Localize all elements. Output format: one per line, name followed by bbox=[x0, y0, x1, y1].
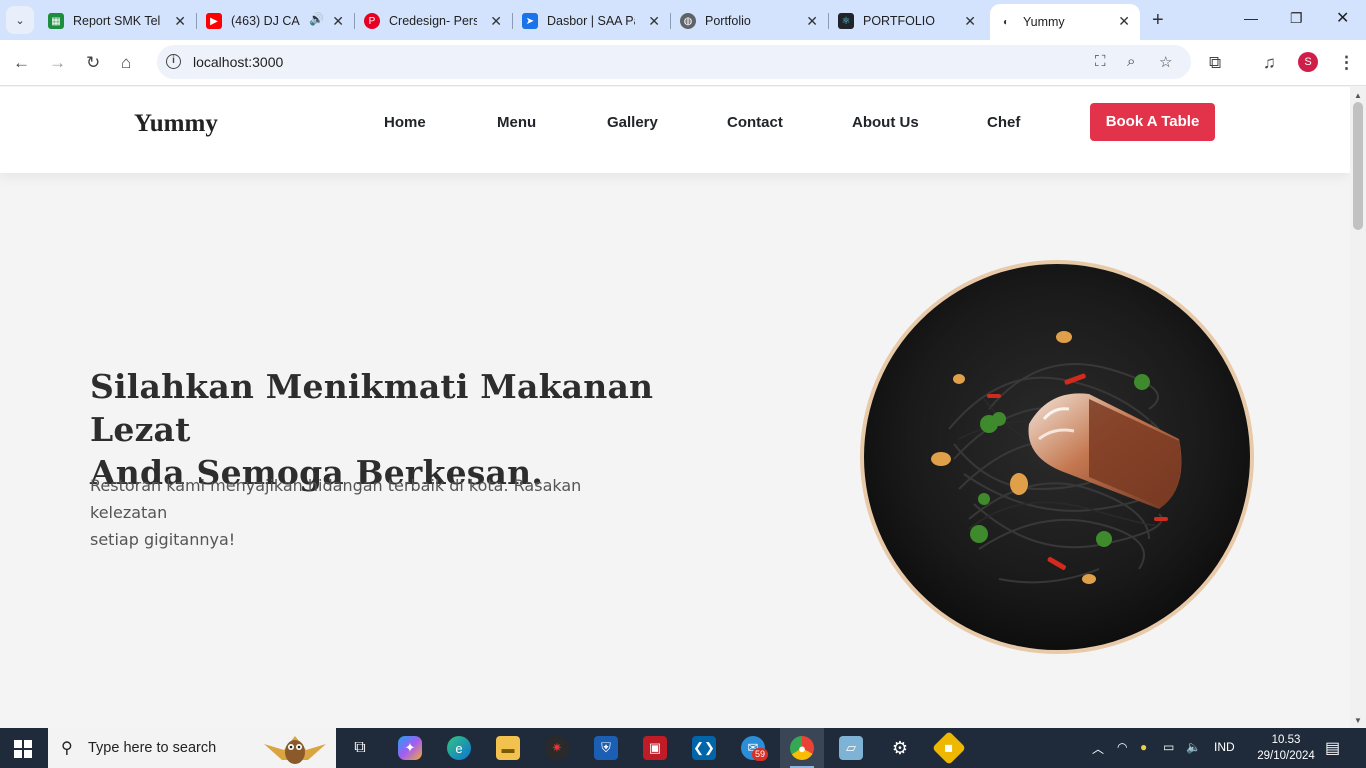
settings-gear-icon[interactable]: ⚙ bbox=[888, 736, 912, 760]
close-tab-icon[interactable]: ✕ bbox=[174, 13, 186, 30]
nav-gallery[interactable]: Gallery bbox=[607, 114, 658, 131]
copilot-icon[interactable]: ✦ bbox=[398, 736, 422, 760]
nav-contact[interactable]: Contact bbox=[727, 114, 783, 131]
browser-tab-strip: ⌄ ▦ Report SMK Telk ✕ ▶ (463) DJ CA 🔊 ✕ … bbox=[0, 0, 1366, 40]
tab-portfolio-react[interactable]: ⚛ PORTFOLIO ✕ bbox=[834, 6, 986, 36]
edge-icon[interactable]: e bbox=[447, 736, 471, 760]
notes-app-icon[interactable]: ▱ bbox=[839, 736, 863, 760]
site-header: Yummy Home Menu Gallery Contact About Us… bbox=[0, 87, 1350, 173]
scroll-up-icon[interactable]: ▲ bbox=[1354, 91, 1362, 100]
pinterest-icon: P bbox=[364, 13, 380, 29]
bookmark-star-icon[interactable]: ☆ bbox=[1159, 53, 1172, 71]
close-tab-icon[interactable]: ✕ bbox=[648, 13, 660, 30]
url-text[interactable]: localhost:3000 bbox=[193, 54, 283, 70]
site-info-icon[interactable]: i bbox=[166, 54, 181, 69]
sheets-icon: ▦ bbox=[48, 13, 64, 29]
address-bar[interactable]: i localhost:3000 ⛶ ⌕ ☆ bbox=[157, 45, 1191, 79]
yummy-icon: ◐ bbox=[998, 14, 1014, 30]
tab-report-smk[interactable]: ▦ Report SMK Telk ✕ bbox=[44, 6, 197, 36]
close-tab-icon[interactable]: ✕ bbox=[964, 13, 976, 30]
security-app-icon[interactable]: ✷ bbox=[545, 736, 569, 760]
search-icon: ⚲ bbox=[61, 740, 73, 757]
owl-illustration-icon bbox=[264, 736, 326, 764]
taskbar-search[interactable]: ⚲ Type here to search bbox=[48, 728, 336, 768]
file-explorer-icon[interactable]: ▬ bbox=[496, 736, 520, 760]
windows-start-icon[interactable] bbox=[14, 740, 32, 758]
nav-home[interactable]: Home bbox=[384, 114, 426, 131]
notifications-icon[interactable]: ▤ bbox=[1325, 738, 1340, 758]
tab-pinterest[interactable]: P Credesign- Pers ✕ bbox=[360, 6, 513, 36]
tab-portfolio[interactable]: ◍ Portfolio ✕ bbox=[676, 6, 829, 36]
nav-menu[interactable]: Menu bbox=[497, 114, 536, 131]
back-icon[interactable]: ← bbox=[13, 53, 30, 73]
tab-youtube[interactable]: ▶ (463) DJ CA 🔊 ✕ bbox=[202, 6, 355, 36]
page-viewport: Yummy Home Menu Gallery Contact About Us… bbox=[0, 87, 1350, 727]
task-view-icon[interactable]: ⧉ bbox=[348, 736, 372, 760]
page-scrollbar[interactable]: ▲ ▼ bbox=[1350, 87, 1366, 727]
menu-kebab-icon[interactable]: ⋮ bbox=[1338, 53, 1355, 73]
dasbor-icon: ➤ bbox=[522, 13, 538, 29]
tab-search-dropdown[interactable]: ⌄ bbox=[6, 6, 34, 34]
home-icon[interactable]: ⌂ bbox=[121, 53, 131, 73]
windows-taskbar: ⚲ Type here to search ⧉ ✦ e ▬ ✷ ⛨ ▣ ❮❯ ✉… bbox=[0, 728, 1366, 768]
profile-avatar[interactable]: S bbox=[1298, 52, 1318, 72]
language-indicator[interactable]: IND bbox=[1214, 740, 1235, 754]
react-icon: ⚛ bbox=[838, 13, 854, 29]
screen-recorder-icon[interactable]: ▣ bbox=[643, 736, 667, 760]
close-window-icon[interactable]: ✕ bbox=[1336, 8, 1349, 28]
youtube-icon: ▶ bbox=[206, 13, 222, 29]
taskbar-clock[interactable]: 10.53 29/10/2024 bbox=[1250, 732, 1322, 764]
restore-icon[interactable]: ❐ bbox=[1290, 10, 1303, 27]
close-tab-icon[interactable]: ✕ bbox=[332, 13, 344, 30]
site-logo[interactable]: Yummy bbox=[134, 110, 218, 138]
tab-dasbor[interactable]: ➤ Dasbor | SAA Pa ✕ bbox=[518, 6, 671, 36]
nav-chef[interactable]: Chef bbox=[987, 114, 1020, 131]
tab-yummy[interactable]: ◐ Yummy ✕ bbox=[990, 4, 1140, 40]
shield-app-icon[interactable]: ⛨ bbox=[594, 736, 618, 760]
wifi-icon[interactable]: ◠ bbox=[1117, 740, 1127, 754]
close-tab-icon[interactable]: ✕ bbox=[806, 13, 818, 30]
battery-icon[interactable]: ▭ bbox=[1163, 740, 1174, 754]
book-a-table-button[interactable]: Book A Table bbox=[1090, 103, 1215, 141]
reload-icon[interactable]: ↻ bbox=[86, 53, 100, 73]
scrollbar-thumb[interactable] bbox=[1353, 102, 1363, 230]
app-diamond-icon[interactable]: ◆ bbox=[932, 731, 966, 765]
nav-about-us[interactable]: About Us bbox=[852, 114, 919, 131]
notification-badge: 59 bbox=[752, 748, 769, 761]
hero-dish-image bbox=[859, 259, 1255, 655]
globe-icon: ◍ bbox=[680, 13, 696, 29]
chrome-icon[interactable]: ● bbox=[790, 736, 814, 760]
show-hidden-icons-chevron-icon[interactable]: ︿ bbox=[1092, 740, 1104, 757]
scroll-down-icon[interactable]: ▼ bbox=[1354, 716, 1362, 725]
media-control-icon[interactable]: ♫ bbox=[1263, 53, 1276, 73]
close-tab-icon[interactable]: ✕ bbox=[1118, 13, 1130, 30]
hero-subtitle: Restoran kami menyajikan hidangan terbai… bbox=[90, 476, 582, 549]
zoom-icon[interactable]: ⌕ bbox=[1127, 53, 1135, 70]
browser-toolbar: ← → ↻ ⌂ i localhost:3000 ⛶ ⌕ ☆ ⧉ ♫ S ⋮ bbox=[0, 40, 1366, 86]
translate-icon[interactable]: ⛶ bbox=[1095, 53, 1106, 70]
close-tab-icon[interactable]: ✕ bbox=[490, 13, 502, 30]
new-tab-icon[interactable]: + bbox=[1152, 9, 1164, 32]
extensions-icon[interactable]: ⧉ bbox=[1209, 53, 1221, 73]
vscode-icon[interactable]: ❮❯ bbox=[692, 736, 716, 760]
minimize-icon[interactable]: — bbox=[1244, 10, 1258, 26]
forward-icon[interactable]: → bbox=[49, 53, 66, 73]
status-app-icon[interactable]: ● bbox=[1140, 740, 1147, 754]
speaker-icon[interactable]: 🔊 bbox=[309, 12, 324, 26]
volume-icon[interactable]: 🔈 bbox=[1186, 740, 1201, 754]
